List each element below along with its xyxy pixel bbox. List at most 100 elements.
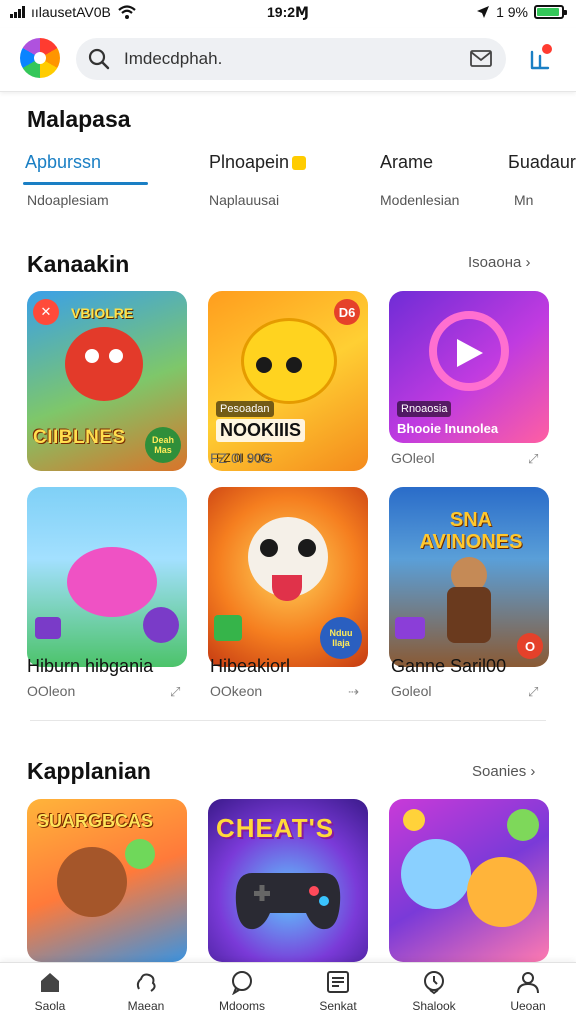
gamepad-icon <box>235 873 341 930</box>
nav-clock[interactable]: Shalook <box>386 969 482 1023</box>
tab-3[interactable]: Arame <box>380 152 433 173</box>
search-input[interactable]: Imdecdphah. <box>124 49 222 69</box>
card-label: Rnoaosia <box>397 401 452 417</box>
tab-active-indicator <box>23 182 148 185</box>
expand-icon[interactable]: ⇢ <box>348 684 359 700</box>
game-name-4[interactable]: Hiburn hibgania <box>27 656 153 677</box>
character-eye <box>109 349 123 363</box>
section-title-main: Malapasa <box>27 106 131 132</box>
tab-4[interactable]: Бuadaur <box>508 152 576 173</box>
character-eye <box>260 539 278 557</box>
tab-1[interactable]: Apburssn <box>25 152 101 173</box>
see-all-link-2[interactable]: Soanies › <box>472 763 535 780</box>
expand-icon[interactable]: ⤢ <box>528 451 538 467</box>
profile-icon <box>517 972 539 994</box>
search-icon[interactable] <box>88 48 110 70</box>
battery-icon <box>534 5 567 19</box>
game-card-3[interactable]: Rnoaosia Bhooie Inunolea <box>389 291 549 443</box>
character-art <box>67 547 157 617</box>
decoration-art <box>403 809 425 831</box>
notification-icon[interactable] <box>526 42 554 72</box>
search-bar[interactable]: Imdecdphah. <box>76 38 506 80</box>
character-art <box>467 857 537 927</box>
nav-label: Mdooms <box>218 999 265 1013</box>
card-meta-3: GOleol <box>391 450 435 466</box>
tab-3-sub: Modenlesian <box>380 192 460 208</box>
status-bar: ıılausetAV0B 19:2Ɱ 1 9% <box>0 0 576 26</box>
nav-list[interactable]: Senkat <box>290 969 386 1023</box>
card-title-art: CHEAT'S <box>216 813 335 843</box>
game-meta-4: OOleon <box>27 683 76 699</box>
card-badge: D6 <box>334 299 360 325</box>
game-card-1[interactable]: ✕ VBIOLRE CIIBLNES Deah Mas <box>27 291 187 471</box>
card-corner-tag: Nduu Ilaja <box>320 617 362 659</box>
game-name-5[interactable]: Hibeakiorl <box>210 656 290 677</box>
decoration-art <box>35 617 61 639</box>
section-divider <box>30 720 546 721</box>
tab-2-label: Plnoapein <box>209 152 290 172</box>
character-eye <box>286 357 302 373</box>
character-art <box>65 327 143 401</box>
tab-1-sub: Ndoaplesiam <box>27 192 109 208</box>
nav-label: Maean <box>127 999 165 1013</box>
bottom-nav: Saola Maean Mdooms Senkat Shalook Ueoan <box>0 962 576 1024</box>
card-badge-x: ✕ <box>33 299 59 325</box>
status-right: 1 9% <box>476 4 567 20</box>
nav-label: Ueoan <box>510 999 546 1013</box>
battery-percent: 1 9% <box>496 4 528 20</box>
game-meta-5: OOkeon <box>210 683 263 699</box>
expand-icon[interactable]: ⤢ <box>528 684 538 700</box>
nav-home[interactable]: Saola <box>2 969 98 1023</box>
games-icon <box>136 973 156 992</box>
character-eye <box>298 539 316 557</box>
card-title-art: CIIBLNES <box>33 427 126 448</box>
nav-label: Saola <box>34 999 66 1013</box>
app-header: Imdecdphah. <box>0 28 576 92</box>
tab-4-sub: Mn <box>514 192 534 208</box>
game-name-6[interactable]: Ganne Saril00 <box>391 656 506 677</box>
character-body <box>447 587 491 643</box>
tab-2-sub: Naplauusai <box>209 192 280 208</box>
card-badge: O <box>517 633 543 659</box>
see-all-link-1[interactable]: Isoaoна › <box>468 254 530 271</box>
game-card-8[interactable]: CHEAT'S <box>208 799 368 962</box>
location-icon <box>477 6 490 18</box>
game-card-5[interactable]: Nduu Ilaja <box>208 487 368 667</box>
chat-icon <box>232 971 252 995</box>
game-card-9[interactable] <box>389 799 549 962</box>
nav-chat[interactable]: Mdooms <box>194 969 290 1023</box>
character-art <box>401 839 471 909</box>
tab-2[interactable]: Plnoapein <box>209 152 307 173</box>
character-eye <box>256 357 272 373</box>
card-title-art: NOOKIIIS <box>216 419 306 442</box>
card-label: Pesoadan <box>216 401 274 417</box>
mail-icon[interactable] <box>470 49 492 69</box>
section-title-2: Kapplanian <box>27 758 151 784</box>
game-card-2[interactable]: D6 Pesoadan NOOKIIIS FZ 0I 90G <box>208 291 368 471</box>
character-art <box>57 847 127 917</box>
decoration-art <box>143 607 179 643</box>
game-meta-6: Goleol <box>391 683 432 699</box>
list-icon <box>327 971 349 993</box>
game-card-4[interactable] <box>27 487 187 667</box>
expand-icon[interactable]: ⤢ <box>170 684 180 700</box>
game-card-7[interactable]: SUARGBCAS <box>27 799 187 962</box>
nav-profile[interactable]: Ueoan <box>480 969 576 1023</box>
home-icon <box>41 973 59 992</box>
nav-label: Senkat <box>319 999 357 1013</box>
card-meta-2: FZ 0I 90G <box>210 450 274 466</box>
section-title-1: Kanaakin <box>27 251 130 277</box>
play-icon <box>457 339 483 367</box>
card-corner-tag: Deah Mas <box>145 427 181 463</box>
card-top-text: VBIOLRE <box>71 305 134 321</box>
nav-games[interactable]: Maean <box>98 969 194 1023</box>
decoration-art <box>214 615 242 641</box>
card-title-art: SUARGBCAS <box>37 811 154 831</box>
decoration-art <box>395 617 425 639</box>
decoration-art <box>507 809 539 841</box>
game-card-6[interactable]: SNA AVINONES O <box>389 487 549 667</box>
nav-label: Shalook <box>412 999 456 1013</box>
app-logo[interactable] <box>20 38 60 78</box>
sparkle-icon <box>292 156 307 171</box>
card-title-art: SNA AVINONES <box>419 509 523 553</box>
